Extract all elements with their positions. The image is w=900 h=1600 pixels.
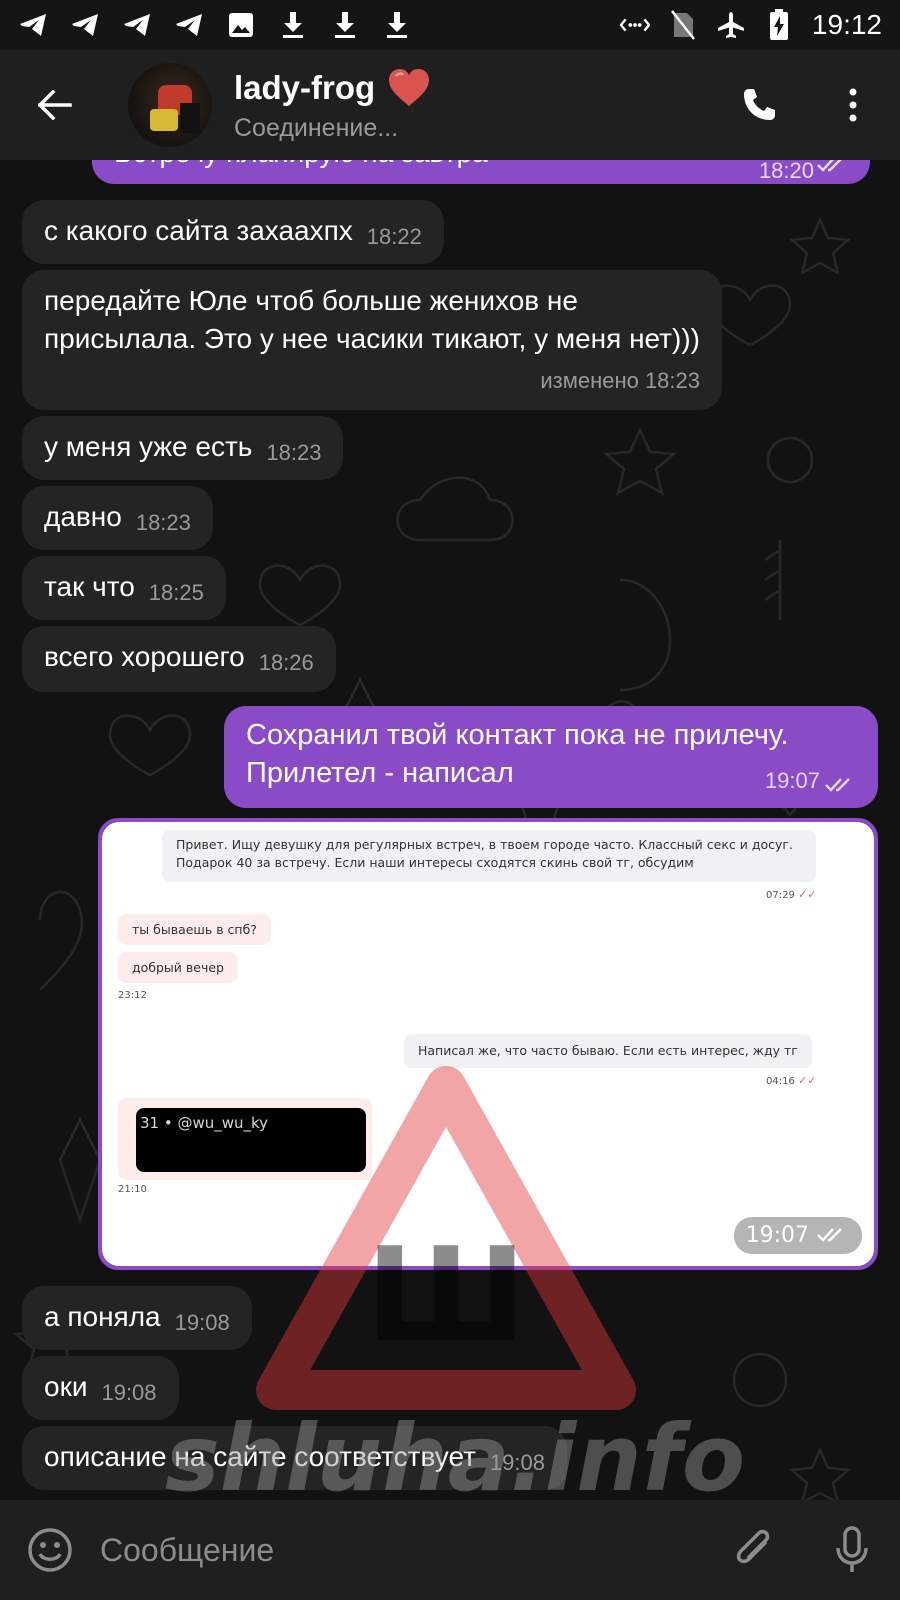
image-icon [226, 10, 256, 40]
airplane-icon [716, 10, 746, 40]
message-time: 18:20 [758, 160, 814, 183]
message-in[interactable]: а поняла 19:08 [22, 1286, 252, 1350]
message-input[interactable] [100, 1531, 708, 1569]
composer [0, 1500, 900, 1600]
message-out[interactable]: Сохранил твой контакт пока не прилечу. П… [224, 706, 878, 808]
photo-msg-in: ты бываешь в спб? [118, 914, 271, 945]
photo-msg-time: 23:12 [118, 990, 147, 1001]
message-time: 19:08 [489, 1450, 545, 1475]
emoji-button[interactable] [0, 1500, 100, 1600]
message-text: Встречу планирую на завтра [114, 160, 488, 168]
attach-button[interactable] [708, 1500, 804, 1600]
photo-msg-time: 04:16 ✓✓ [766, 1074, 817, 1087]
message-time: 18:23 [266, 440, 322, 465]
redacted-block: 31 • @wu_wu_ky [136, 1108, 366, 1172]
mic-icon [836, 1526, 868, 1572]
message-in[interactable]: так что 18:25 [22, 556, 226, 620]
chat-status: Соединение... [234, 113, 399, 142]
no-sim-icon [668, 10, 698, 40]
message-in[interactable]: описание на сайте соответствует 19:08 [22, 1426, 567, 1490]
message-in[interactable]: всего хорошего 18:26 [22, 626, 336, 692]
message-in[interactable]: у меня уже есть 18:23 [22, 416, 344, 480]
telegram-icon [122, 10, 152, 40]
arrow-back-icon [38, 90, 72, 120]
message-text: Сохранил твой контакт пока не прилечу. П… [246, 719, 789, 789]
data-sync-icon [619, 10, 650, 40]
message-time: 19:08 [174, 1310, 230, 1335]
voice-button[interactable] [804, 1500, 900, 1600]
message-text: передайте Юле чтоб больше женихов не при… [44, 285, 700, 354]
message-text: а поняла [44, 1301, 161, 1332]
battery-charging-icon [764, 9, 794, 40]
message-time: 18:22 [366, 224, 422, 249]
heart-icon [389, 68, 430, 106]
emoji-icon [28, 1528, 72, 1572]
download-icon [330, 10, 360, 40]
more-vert-icon [849, 88, 857, 122]
chat-info[interactable]: lady-frog Соединение... [234, 68, 431, 143]
message-time: 18:26 [258, 650, 314, 675]
chat-title: lady-frog [234, 68, 376, 106]
message-in[interactable]: передайте Юле чтоб больше женихов не при… [22, 270, 722, 410]
photo-msg-out: Написал же, что часто бываю. Если есть и… [404, 1034, 812, 1068]
phone-icon [744, 89, 775, 120]
download-icon [382, 10, 412, 40]
message-time: изменено 18:23 [540, 368, 700, 393]
download-icon [278, 10, 308, 40]
message-text: оки [44, 1371, 88, 1402]
message-time: 18:23 [135, 510, 191, 535]
message-time: 18:25 [148, 580, 204, 605]
photo-time-badge: 19:07 [733, 1217, 862, 1254]
attach-icon [736, 1529, 770, 1564]
telegram-icon [70, 10, 100, 40]
photo-message[interactable]: Привет. Ищу девушку для регулярных встре… [98, 818, 878, 1270]
avatar[interactable] [128, 63, 212, 147]
double-check-icon [825, 778, 850, 792]
message-text: давно [44, 501, 122, 532]
message-text: у меня уже есть [44, 431, 253, 462]
chat-header: lady-frog Соединение... [0, 50, 900, 160]
call-button[interactable] [712, 50, 806, 160]
menu-button[interactable] [806, 50, 900, 160]
message-time: 19:07 [764, 768, 820, 793]
double-check-icon [817, 160, 842, 172]
photo-msg-time: 07:29 ✓✓ [766, 888, 817, 901]
photo[interactable]: Привет. Ищу девушку для регулярных встре… [102, 822, 874, 1266]
photo-msg-in: добрый вечер [118, 952, 238, 983]
back-button[interactable] [0, 50, 110, 160]
photo-msg-time: 21:10 [118, 1184, 147, 1195]
message-text: так что [44, 571, 135, 602]
status-bar: 19:12 [0, 0, 900, 50]
double-check-icon [817, 1228, 842, 1242]
photo-msg-out: Привет. Ищу девушку для регулярных встре… [162, 830, 816, 882]
message-text: описание на сайте соответствует [44, 1441, 476, 1472]
telegram-icon [18, 10, 48, 40]
message-in[interactable]: давно 18:23 [22, 486, 213, 550]
message-in[interactable]: оки 19:08 [22, 1356, 179, 1420]
message-text: с какого сайта захаахпх [44, 215, 353, 246]
message-in[interactable]: с какого сайта захаахпх 18:22 [22, 200, 444, 264]
message-text: всего хорошего [44, 641, 245, 672]
telegram-icon [174, 10, 204, 40]
status-time: 19:12 [811, 9, 882, 40]
message-time: 19:08 [101, 1380, 157, 1405]
message-out[interactable]: Встречу планирую на завтра 18:20 [92, 160, 870, 184]
